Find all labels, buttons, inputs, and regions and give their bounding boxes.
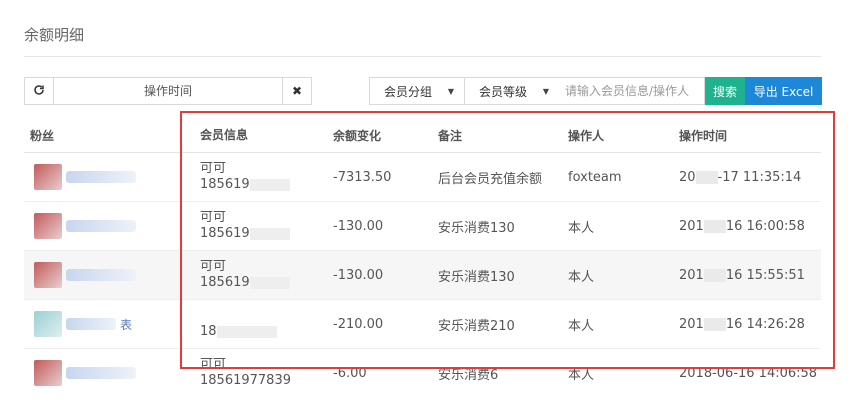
- fan-cell[interactable]: [24, 262, 180, 288]
- fan-name-suffix: 表: [120, 317, 133, 332]
- refresh-icon: [33, 84, 45, 99]
- chevron-down-icon: ▼: [542, 86, 549, 96]
- operation-time: 201 16 16:00:58: [679, 218, 805, 234]
- table-header: 粉丝 会员信息 余额变化 备注 操作人 操作时间: [24, 118, 821, 153]
- operator: 本人: [568, 220, 595, 236]
- note: 安乐消费130: [438, 269, 515, 285]
- toolbar: 操作时间 ✖ 会员分组 ▼ 会员等级 ▼ 请输入会员信息/操作人 搜索 导出 E…: [24, 77, 822, 105]
- operator: 本人: [568, 367, 595, 383]
- fan-cell[interactable]: [24, 360, 180, 386]
- fan-name-blurred: [66, 220, 136, 232]
- member-phone: 18: [200, 324, 217, 339]
- export-excel-button[interactable]: 导出 Excel: [745, 77, 822, 105]
- operator: foxteam: [568, 169, 622, 185]
- balance-change: -130.00: [333, 267, 384, 283]
- fan-cell[interactable]: [24, 164, 180, 190]
- fan-name-blurred: [66, 171, 136, 183]
- member-phone: 185619: [200, 177, 250, 192]
- table-row: 可可 185619 -130.00 安乐消费130 本人 201 16 15:55…: [24, 251, 821, 300]
- member-level-select[interactable]: 会员等级 ▼: [464, 77, 560, 105]
- fan-cell[interactable]: [24, 213, 180, 239]
- header-operator: 操作人: [568, 128, 605, 143]
- member-name: 可可: [200, 161, 227, 176]
- member-phone: 18561977839: [200, 373, 291, 388]
- member-phone: 185619: [200, 226, 250, 241]
- member-name: [200, 308, 323, 324]
- operation-time: 2018-06-16 14:06:58: [679, 365, 818, 381]
- member-name: 可可: [200, 210, 227, 225]
- member-group-select[interactable]: 会员分组 ▼: [369, 77, 465, 105]
- member-level-select-label: 会员等级: [479, 84, 528, 99]
- fan-name-blurred: [66, 318, 116, 330]
- clear-time-button[interactable]: ✖: [282, 77, 312, 105]
- note: 后台会员充值余额: [438, 171, 543, 187]
- avatar: [34, 164, 62, 190]
- operator: 本人: [568, 318, 595, 334]
- member-info-cell: 可可 18561977839: [180, 357, 323, 389]
- balance-change: -7313.50: [333, 169, 392, 185]
- page-title: 余额明细: [24, 26, 85, 44]
- fan-name-blurred: [66, 367, 136, 379]
- table-row: 表 18 -210.00 安乐消费210 本人 201 16 14:26:28: [24, 300, 821, 349]
- member-info-cell: 可可 185619: [180, 210, 323, 242]
- balance-change: -6.00: [333, 365, 367, 381]
- note: 安乐消费130: [438, 220, 515, 236]
- member-info-cell: 可可 185619: [180, 161, 323, 193]
- search-button[interactable]: 搜索: [705, 77, 745, 105]
- avatar: [34, 360, 62, 386]
- header-fans: 粉丝: [30, 128, 55, 143]
- balance-table: 粉丝 会员信息 余额变化 备注 操作人 操作时间 可可 185619 -7313…: [24, 118, 821, 397]
- refresh-button[interactable]: [24, 77, 54, 105]
- table-row: 可可 185619 -130.00 安乐消费130 本人 201 16 16:00…: [24, 202, 821, 251]
- avatar: [34, 262, 62, 288]
- fan-name-blurred: [66, 269, 136, 281]
- balance-change: -210.00: [333, 316, 384, 332]
- fan-cell[interactable]: 表: [24, 311, 180, 337]
- member-name: 可可: [200, 357, 227, 372]
- note: 安乐消费210: [438, 318, 515, 334]
- operator: 本人: [568, 269, 595, 285]
- header-member-info: 会员信息: [200, 128, 249, 142]
- phone-mask: [249, 227, 290, 240]
- member-name: 可可: [200, 259, 227, 274]
- table-row: 可可 185619 -7313.50 后台会员充值余额 foxteam 20 -1…: [24, 153, 821, 202]
- member-info-cell: 18: [180, 308, 323, 340]
- member-info-cell: 可可 185619: [180, 259, 323, 291]
- avatar: [34, 213, 62, 239]
- operation-time: 201 16 15:55:51: [679, 267, 805, 283]
- title-divider: [24, 56, 821, 57]
- header-balance-change: 余额变化: [333, 128, 382, 143]
- avatar: [34, 311, 62, 337]
- operation-time: 20 -17 11:35:14: [679, 169, 802, 185]
- note: 安乐消费6: [438, 367, 499, 383]
- chevron-down-icon: ▼: [447, 86, 454, 96]
- close-icon: ✖: [291, 84, 303, 98]
- header-operation-time: 操作时间: [679, 128, 728, 143]
- table-row: 可可 18561977839 -6.00 安乐消费6 本人 2018-06-16…: [24, 349, 821, 397]
- balance-change: -130.00: [333, 218, 384, 234]
- phone-mask: [216, 325, 277, 338]
- member-phone: 185619: [200, 275, 250, 290]
- member-group-select-label: 会员分组: [384, 84, 433, 99]
- operation-time-input[interactable]: 操作时间: [54, 77, 282, 105]
- phone-mask: [249, 276, 290, 289]
- search-input[interactable]: 请输入会员信息/操作人: [559, 77, 705, 105]
- phone-mask: [249, 178, 290, 191]
- header-note: 备注: [438, 128, 463, 143]
- operation-time: 201 16 14:26:28: [679, 316, 805, 332]
